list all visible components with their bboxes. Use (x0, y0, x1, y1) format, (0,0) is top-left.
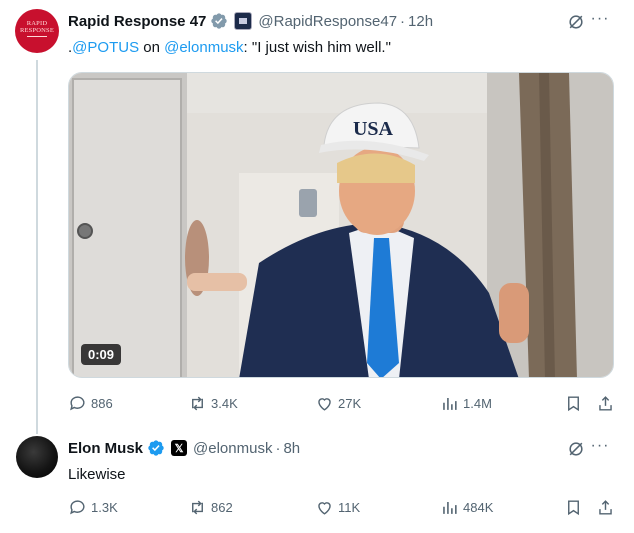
video-player[interactable]: USA 0:09 (68, 72, 614, 378)
reply-button[interactable]: 886 (68, 394, 113, 413)
bookmark-icon (568, 396, 579, 412)
display-name[interactable]: Elon Musk (68, 440, 143, 457)
avatar[interactable]: RAPID RESPONSE (15, 9, 59, 53)
like-count: 27K (338, 396, 362, 411)
avatar-logo-house (27, 35, 47, 43)
bookmark-icon (568, 500, 579, 516)
repost-icon (192, 500, 203, 515)
repost-button[interactable]: 3.4K (188, 394, 238, 413)
like-button[interactable]: 11K (315, 498, 360, 517)
more-icon[interactable]: ··· (590, 438, 610, 459)
affiliate-icon[interactable] (234, 12, 253, 30)
more-icon[interactable]: ··· (590, 11, 610, 32)
views-icon (443, 397, 457, 410)
share-button[interactable] (596, 498, 619, 517)
timestamp[interactable]: 12h (408, 13, 433, 30)
tweet-header: Rapid Response 47 @RapidResponse47 · 12h (68, 12, 433, 30)
bookmark-button[interactable] (564, 498, 587, 517)
repost-count: 3.4K (211, 396, 238, 411)
reply-icon (70, 396, 85, 411)
share-icon (599, 396, 612, 411)
mention-link[interactable]: @POTUS (72, 39, 139, 56)
verified-icon[interactable] (210, 12, 228, 30)
timestamp[interactable]: 8h (283, 440, 300, 457)
tweet-header: Elon Musk 𝕏 @elonmusk · 8h (68, 439, 300, 457)
like-button[interactable]: 27K (315, 394, 361, 413)
views-button[interactable]: 1.4M (440, 394, 492, 413)
thread-connector-line (36, 60, 38, 434)
video-duration: 0:09 (81, 344, 122, 365)
mention-link[interactable]: @elonmusk (164, 39, 243, 56)
repost-icon (192, 396, 203, 411)
repost-count: 862 (211, 500, 233, 515)
display-name[interactable]: Rapid Response 47 (68, 13, 206, 30)
tweet-actions: 886 3.4K 27K 1.4M (68, 394, 614, 414)
separator-dot: · (400, 12, 406, 30)
reply-count: 1.3K (91, 500, 118, 515)
tweet-text: Likewise (68, 466, 126, 483)
share-icon (599, 500, 612, 515)
views-count: 484K (463, 500, 494, 515)
like-icon (318, 502, 331, 515)
handle[interactable]: @elonmusk (193, 440, 272, 457)
handle[interactable]: @RapidResponse47 (258, 13, 397, 30)
cap-text: USA (353, 118, 394, 140)
grok-icon[interactable] (566, 12, 586, 32)
affiliate-icon[interactable]: 𝕏 (171, 440, 188, 456)
tweet-text: .@POTUS on @elonmusk: "I just wish him w… (68, 39, 391, 56)
like-icon (318, 398, 331, 411)
views-button[interactable]: 484K (440, 498, 493, 517)
tweet-actions: 1.3K 862 11K 484K (68, 498, 614, 518)
reply-icon (70, 500, 85, 515)
bookmark-button[interactable] (564, 394, 587, 413)
reply-button[interactable]: 1.3K (68, 498, 118, 517)
tweet-rapid-response[interactable]: RAPID RESPONSE Rapid Response 47 @RapidR… (0, 0, 634, 434)
views-icon (443, 501, 457, 514)
reply-count: 886 (91, 396, 113, 411)
separator-dot: · (275, 439, 281, 457)
video-frame: USA (69, 73, 613, 377)
like-count: 11K (338, 500, 361, 515)
repost-button[interactable]: 862 (188, 498, 233, 517)
verified-icon[interactable] (147, 439, 165, 457)
grok-icon[interactable] (566, 439, 586, 459)
share-button[interactable] (596, 394, 619, 413)
views-count: 1.4M (463, 396, 492, 411)
avatar[interactable] (16, 436, 58, 478)
avatar-logo-text: RAPID RESPONSE (19, 19, 55, 34)
